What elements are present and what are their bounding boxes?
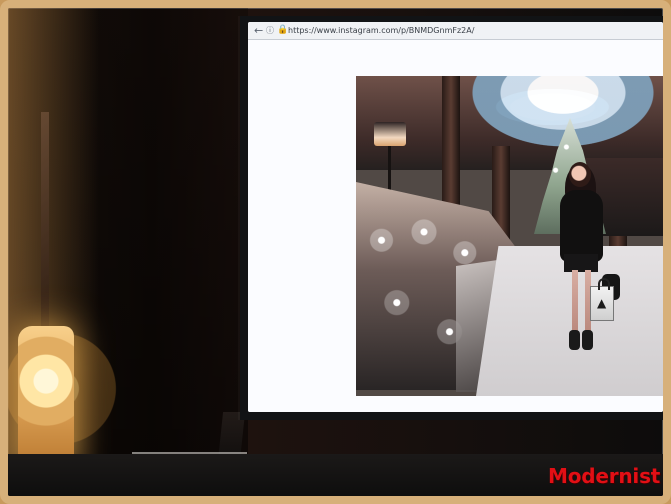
back-arrow-icon[interactable]: ← xyxy=(254,25,264,36)
black-boot xyxy=(569,330,580,350)
window-frame-post xyxy=(41,112,49,332)
lock-icon: 🔒 xyxy=(277,25,289,35)
monitor-screen: ← ⓘ 🔒 https://www.instagram.com/p/BNMDGn… xyxy=(248,22,663,412)
browser-address-bar: ← ⓘ 🔒 https://www.instagram.com/p/BNMDGn… xyxy=(248,22,663,40)
glowing-lamp xyxy=(18,326,74,471)
black-boot xyxy=(582,330,593,350)
black-coat xyxy=(560,190,603,262)
photo-frame: ← ⓘ 🔒 https://www.instagram.com/p/BNMDGn… xyxy=(0,0,671,504)
interior-lamp-shade xyxy=(374,122,406,146)
modernist-watermark: Modernist xyxy=(548,464,661,488)
instagram-post-image[interactable] xyxy=(356,76,663,396)
browser-page-content xyxy=(248,40,663,412)
woman-with-shopping-bag xyxy=(554,162,620,352)
url-text[interactable]: https://www.instagram.com/p/BNMDGnmFz2A/ xyxy=(288,24,648,37)
info-icon: ⓘ xyxy=(266,26,274,35)
interior-lamp-pole xyxy=(388,146,391,191)
white-shopping-bag xyxy=(590,278,614,321)
woman-leg xyxy=(572,270,578,337)
woman-face xyxy=(569,162,591,187)
black-skirt xyxy=(564,254,598,272)
